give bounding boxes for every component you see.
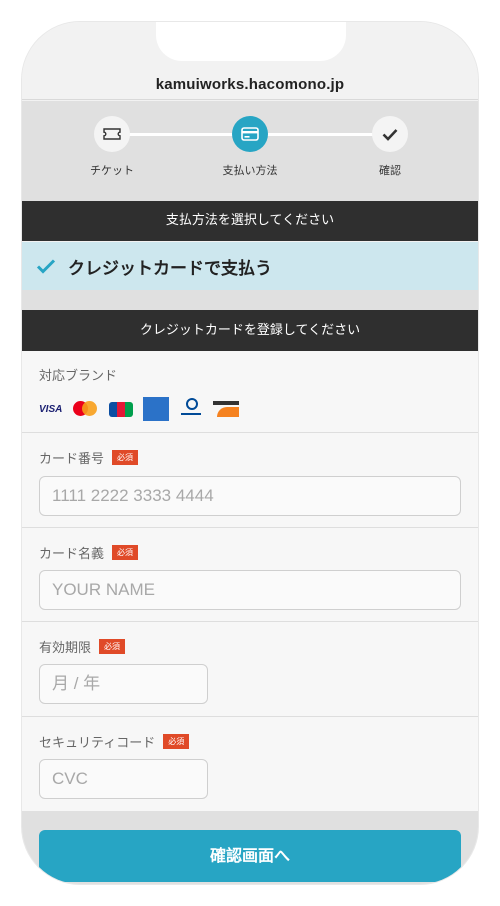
device-notch (156, 22, 346, 61)
cvc-label: セキュリティコード 必須 (39, 732, 190, 751)
card-name-section: カード名義 必須 YOUR NAME (22, 528, 478, 622)
cvc-input[interactable]: CVC (39, 759, 208, 799)
credit-card-form: 対応ブランド VISA カード番号 必須 1111 2222 3333 4444… (22, 351, 478, 811)
amex-logo (143, 397, 169, 421)
expiry-label: 有効期限 必須 (39, 637, 126, 656)
visa-logo: VISA (39, 403, 63, 415)
discover-logo (213, 401, 239, 417)
payment-method-heading: 支払方法を選択してください (22, 201, 478, 241)
confirm-screen-button[interactable]: 確認画面へ (39, 830, 461, 882)
payment-option-label: クレジットカードで支払う (68, 258, 272, 279)
card-number-input[interactable]: 1111 2222 3333 4444 (39, 476, 461, 516)
ticket-icon (94, 116, 130, 152)
phone-frame: kamuiworks.hacomono.jp チケット 支払い方法 確認 支払方… (22, 22, 478, 884)
mastercard-logo (73, 401, 99, 417)
required-badge: 必須 (99, 639, 126, 654)
expiry-section: 有効期限 必須 月 / 年 (22, 622, 478, 717)
expiry-input[interactable]: 月 / 年 (39, 664, 208, 704)
step-label: チケット (90, 164, 134, 177)
step-label: 確認 (379, 164, 401, 177)
card-name-input[interactable]: YOUR NAME (39, 570, 461, 610)
brands-label: 対応ブランド (39, 369, 118, 384)
card-name-label: カード名義 必須 (39, 543, 139, 562)
payment-option-credit-card[interactable]: クレジットカードで支払う (22, 242, 478, 290)
diners-club-logo (179, 398, 203, 420)
card-form-heading: クレジットカードを登録してください (22, 310, 478, 351)
step-payment-method: 支払い方法 (200, 116, 300, 178)
check-icon (372, 116, 408, 152)
credit-card-icon (232, 116, 268, 152)
supported-brands-section: 対応ブランド VISA (22, 351, 478, 433)
required-badge: 必須 (163, 734, 190, 749)
selected-check-icon (36, 259, 56, 274)
cvc-section: セキュリティコード 必須 CVC (22, 717, 478, 811)
url-text: kamuiworks.hacomono.jp (155, 76, 345, 93)
brand-logo-list: VISA (39, 397, 239, 421)
jcb-logo (109, 401, 133, 417)
required-badge: 必須 (112, 545, 139, 560)
step-label: 支払い方法 (222, 164, 278, 177)
step-ticket: チケット (62, 116, 162, 178)
progress-stepper: チケット 支払い方法 確認 (22, 101, 478, 201)
step-confirm: 確認 (340, 116, 440, 178)
section-spacer (22, 290, 478, 310)
card-number-section: カード番号 必須 1111 2222 3333 4444 (22, 433, 478, 528)
required-badge: 必須 (112, 450, 139, 465)
card-number-label: カード番号 必須 (39, 448, 139, 467)
